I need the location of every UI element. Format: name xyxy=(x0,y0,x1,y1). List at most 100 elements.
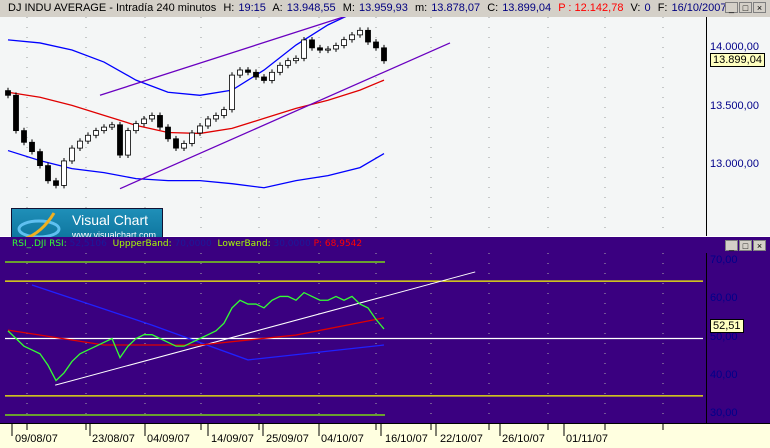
last-rsi-tag: 52,51 xyxy=(710,319,744,333)
candle xyxy=(69,147,75,162)
candle xyxy=(269,71,275,81)
rsi-axis[interactable]: 70,00 60,00 50,00 40,00 30,00 52,51 xyxy=(706,253,770,423)
maximize-button[interactable]: □ xyxy=(739,2,752,13)
close-button[interactable]: × xyxy=(753,2,766,13)
last-price-tag: 13.899,04 xyxy=(710,53,765,67)
candle xyxy=(117,124,123,156)
candle xyxy=(301,39,307,59)
candle xyxy=(53,180,59,186)
low-value: 13.878,07 xyxy=(431,2,481,14)
candle xyxy=(205,118,211,127)
rsi-line xyxy=(7,291,385,382)
price-axis[interactable]: 14.000,00 13.500,00 13.000,00 13.899,04 xyxy=(706,17,770,236)
candle xyxy=(325,48,331,51)
rsi-tick: 30,00 xyxy=(710,407,738,419)
rsi-close-button[interactable]: × xyxy=(753,240,766,251)
candle xyxy=(293,57,299,62)
date-label: 09/08/07 xyxy=(15,433,58,445)
candle xyxy=(101,126,107,132)
date-label: 14/09/07 xyxy=(211,433,254,445)
candle xyxy=(349,34,355,41)
date-label: 04/10/07 xyxy=(321,433,364,445)
rsi-minimize-button[interactable]: _ xyxy=(725,240,738,251)
candle xyxy=(213,115,219,120)
candle xyxy=(333,45,339,50)
rsi-tick: 70,00 xyxy=(710,254,738,266)
candle xyxy=(381,47,387,62)
candle xyxy=(341,39,347,46)
volume-label: V: xyxy=(630,2,641,14)
candle xyxy=(309,39,315,49)
candle xyxy=(365,29,371,43)
high-value: 13.959,93 xyxy=(358,2,408,14)
p-value: P : 12.142,78 xyxy=(558,2,624,14)
candle xyxy=(149,115,155,120)
hour-label: H: xyxy=(223,2,235,14)
candle xyxy=(237,69,243,76)
candle xyxy=(29,141,35,153)
open-label: A: xyxy=(272,2,283,14)
rsi-legend: RSI_.DJI RSI: 52,5106 UppperBand: 70,000… xyxy=(12,239,362,249)
candle xyxy=(77,140,83,149)
minimize-button[interactable]: _ xyxy=(725,2,738,13)
volume-value: 0 xyxy=(644,2,651,14)
high-label: M: xyxy=(342,2,355,14)
date-value: 16/10/2007 xyxy=(671,2,727,14)
rsi-tick: 40,00 xyxy=(710,369,738,381)
candle xyxy=(85,134,91,142)
date-label: 26/10/07 xyxy=(502,433,545,445)
candle xyxy=(317,47,323,51)
channel-line xyxy=(119,42,451,190)
candle xyxy=(141,118,147,125)
rsi-p-value: P: 68,9542 xyxy=(313,239,363,249)
hour-value: 19:15 xyxy=(238,2,266,14)
price-chart xyxy=(5,17,664,236)
rsi-trend-line xyxy=(55,271,476,386)
candle xyxy=(261,76,267,81)
candle xyxy=(253,71,259,78)
upper-band-value: 70,0000 xyxy=(174,239,212,249)
candle xyxy=(221,109,227,116)
chart-title-bar: DJ INDU AVERAGE - Intradía 240 minutos H… xyxy=(0,0,770,18)
channel-line xyxy=(99,17,346,96)
candle xyxy=(197,125,203,134)
candle xyxy=(245,69,251,73)
rsi-panel[interactable]: RSI_.DJI RSI: 52,5106 UppperBand: 70,000… xyxy=(0,237,770,423)
lower-band-label: LowerBand: xyxy=(217,239,271,249)
price-chart-panel[interactable]: Visual Chart www.visualchart.com 14.000,… xyxy=(0,17,770,247)
rsi-value: 52,5106 xyxy=(69,239,107,249)
candle xyxy=(13,94,19,132)
candle xyxy=(165,126,171,140)
candle xyxy=(45,165,51,182)
rsi-label: RSI_.DJI RSI: xyxy=(12,239,67,249)
low-label: m: xyxy=(414,2,428,14)
rsi-chart xyxy=(5,253,703,423)
candle xyxy=(181,143,187,149)
lower-band-value: 30,0000 xyxy=(273,239,311,249)
candle xyxy=(173,138,179,149)
price-tick: 13.500,00 xyxy=(710,100,759,112)
close-value: 13.899,04 xyxy=(502,2,552,14)
price-tick: 14.000,00 xyxy=(710,41,759,53)
candle xyxy=(93,130,99,136)
date-label: 04/09/07 xyxy=(147,433,190,445)
date-label: 22/10/07 xyxy=(440,433,483,445)
rsi-band-line xyxy=(31,284,385,361)
close-label: C: xyxy=(487,2,499,14)
rsi-maximize-button[interactable]: □ xyxy=(739,240,752,251)
upper-band-label: UppperBand: xyxy=(112,239,172,249)
candle xyxy=(357,29,363,36)
date-label: 01/11/07 xyxy=(566,433,609,445)
candle xyxy=(285,60,291,66)
candle xyxy=(229,74,235,111)
symbol-title: DJ INDU AVERAGE - Intradía 240 minutos xyxy=(8,2,217,14)
moving-average-line xyxy=(7,79,385,135)
candle xyxy=(373,41,379,49)
date-label: 16/10/07 xyxy=(385,433,428,445)
date-axis[interactable]: 09/08/07 23/08/07 04/09/07 14/09/07 25/0… xyxy=(0,423,770,448)
candle xyxy=(61,160,67,186)
candle xyxy=(109,124,115,128)
candle xyxy=(125,130,131,156)
price-tick: 13.000,00 xyxy=(710,158,759,170)
date-label: F: xyxy=(657,2,668,14)
